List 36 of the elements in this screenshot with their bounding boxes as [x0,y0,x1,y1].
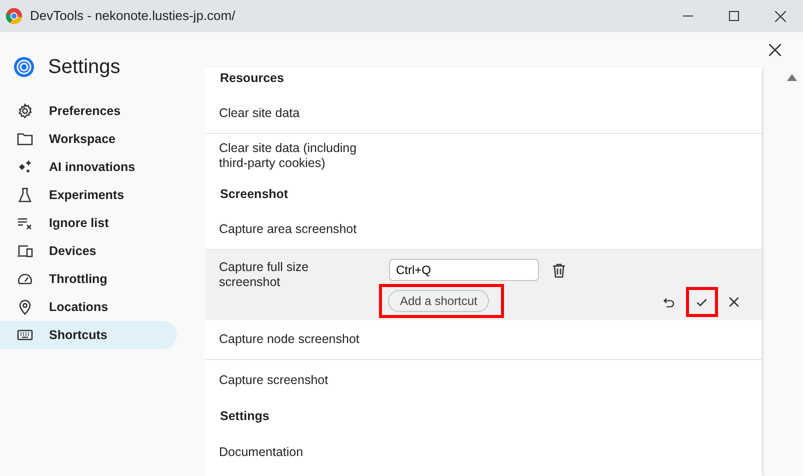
shortcut-label: Capture node screenshot [219,332,360,347]
shortcut-label: Capture area screenshot [219,222,358,237]
keyboard-icon [17,327,33,343]
devices-icon [17,243,33,259]
maximize-icon[interactable] [729,11,739,21]
shortcut-input[interactable]: Ctrl+Q [389,259,539,281]
section-heading: Resources [219,70,285,87]
sparkle-icon [17,159,33,175]
settings-logo-icon [14,57,34,77]
close-icon[interactable] [774,10,786,22]
section-heading: Settings [219,408,270,425]
sidebar-item[interactable]: Throttling [0,265,177,293]
sidebar-item[interactable]: Preferences [0,97,177,125]
scroll-up-icon[interactable] [786,74,796,81]
sidebar-item[interactable]: Ignore list [0,209,177,237]
shortcut-label: Capture screenshot [219,372,330,388]
settings-title: Settings [48,55,120,80]
folder-icon [17,131,33,147]
sidebar-item[interactable]: AI innovations [0,153,177,181]
sidebar-item[interactable]: Shortcuts [0,321,177,349]
window-title: DevTools - nekonote.lusties-jp.com/ [30,7,236,26]
shortcut-label: Capture full size screenshot [219,259,310,290]
gauge-icon [17,271,33,287]
flask-icon [17,187,33,203]
browser-logo-icon [6,8,22,24]
location-pin-icon [17,299,33,315]
sidebar-item[interactable]: Locations [0,293,177,321]
shortcut-label: Documentation [219,444,304,460]
shortcut-label: Clear site data (including third-party cookies) [219,141,358,171]
section-heading: Screenshot [219,186,290,203]
sidebar-item[interactable]: Devices [0,237,177,265]
sidebar-item[interactable]: Workspace [0,125,177,153]
sidebar-item[interactable]: Experiments [0,181,177,209]
shortcut-label: Clear site data [219,106,301,121]
gear-icon [17,103,33,119]
add-shortcut-button[interactable]: Add a shortcut [388,290,490,312]
